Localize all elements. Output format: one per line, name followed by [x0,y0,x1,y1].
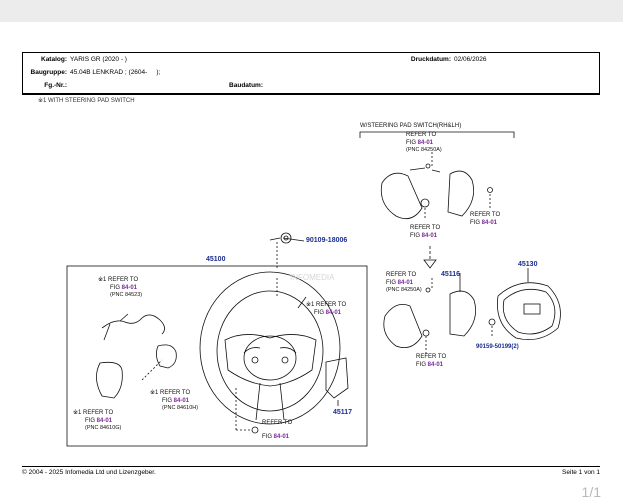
fig-prefix: FIG [314,310,324,316]
part-90109-18006[interactable]: 90109-18006 [306,237,347,244]
page-count-text: Seite 1 von 1 [562,469,600,476]
pnc-84523: (PNC 84523) [110,292,142,298]
pad-switch-lower [383,287,496,349]
fig-prefix: FIG [162,398,172,404]
copyright-text: © 2004 - 2025 Infomedia Ltd und Lizenzge… [22,469,156,476]
browser-top-bar [0,0,623,22]
fig-prefix: FIG [85,418,95,424]
bolt-90109 [269,232,292,244]
refer-label: REFER TO [470,212,500,218]
baudatum-label: Baudatum: [229,82,263,89]
fig-link[interactable]: 84-01 [418,140,434,146]
refer-label: ※1 REFER TO [73,409,113,416]
paddle-right [156,344,177,369]
part-90159-50199[interactable]: 90159-50199(2) [476,344,519,350]
fig-link[interactable]: 84-01 [174,398,190,404]
katalog-label: Katalog: [41,56,67,63]
fig-prefix: FIG [386,280,396,286]
part-45130[interactable]: 45130 [518,261,538,268]
svg-text:FIG 84-01: FIG 84-01 [162,398,190,404]
svg-text:FIG 84-01: FIG 84-01 [410,233,438,239]
fig-prefix: FIG [470,220,480,226]
cut-off-note: ※1 WITH STEERING PAD SWITCH [38,98,135,103]
page-indicator: 1/1 [581,484,601,500]
wire-harness [101,313,165,341]
arrow-down-icon [423,259,437,269]
svg-text:FIG 84-01: FIG 84-01 [314,310,342,316]
refer-label: ※1 REFER TO [150,389,190,396]
svg-text:FIG 84-01: FIG 84-01 [406,140,434,146]
svg-text:FIG 84-01: FIG 84-01 [386,280,414,286]
fig-link[interactable]: 84-01 [326,310,342,316]
baugruppe-label: Baugruppe: [30,69,67,76]
svg-text:FIG 84-01: FIG 84-01 [416,362,444,368]
fig-prefix: FIG [416,362,426,368]
pnc-84610h: (PNC 84610H) [162,405,198,411]
part-45116[interactable]: 45116 [441,271,460,278]
refer-label: ※1 REFER TO [98,276,138,283]
pad-switch-title: W/STEERING PAD SWITCH(RH&LH) [360,123,461,129]
part-45100[interactable]: 45100 [206,256,226,263]
svg-text:FIG 84-01: FIG 84-01 [85,418,113,424]
refer-label: ※1 REFER TO [306,301,346,308]
fig-prefix: FIG [262,434,272,440]
parts-diagram: INFOMEDIA 45100 45116 45130 45117 90109-… [66,123,561,447]
refer-label: REFER TO [406,132,436,138]
svg-text:FIG 84-01: FIG 84-01 [470,220,498,226]
bolt-bottom [251,426,259,434]
pad-switch-bracket [359,131,515,138]
fig-link[interactable]: 84-01 [398,280,414,286]
cover-45117 [325,357,349,399]
fig-link[interactable]: 84-01 [97,418,113,424]
fgnr-label: Fg.-Nr.: [44,82,67,89]
baugruppe-value: 45.04B LENKRAD ; (2604- ); [70,69,161,76]
airbag-45130 [497,282,561,341]
page-footer: © 2004 - 2025 Infomedia Ltd und Lizenzge… [22,466,600,476]
fig-link[interactable]: 84-01 [428,362,444,368]
header-rule [22,94,600,95]
fig-link[interactable]: 84-01 [274,434,290,440]
refer-label: REFER TO [262,420,292,426]
fig-link[interactable]: 84-01 [122,285,138,291]
document-header: Katalog: YARIS GR (2020 - ) Druckdatum: … [22,52,600,94]
fig-prefix: FIG [410,233,420,239]
paddle-left [96,361,123,399]
refer-label: REFER TO [416,354,446,360]
steering-wheel [199,271,341,425]
refer-label: REFER TO [410,225,440,231]
fig-prefix: FIG [406,140,416,146]
part-45117[interactable]: 45117 [333,409,352,416]
fig-link[interactable]: 84-01 [422,233,438,239]
fig-link[interactable]: 84-01 [482,220,498,226]
refer-label: REFER TO [386,272,416,278]
pnc-84250a: (PNC 84250A) [406,147,442,153]
pnc-84250a: (PNC 84250A) [386,287,422,293]
svg-text:FIG 84-01: FIG 84-01 [262,434,290,440]
pad-switch-upper [380,163,493,220]
pnc-84610g: (PNC 84610G) [85,425,122,431]
katalog-value: YARIS GR (2020 - ) [70,56,127,63]
druckdatum-value: 02/06/2026 [454,56,487,63]
watermark: INFOMEDIA [290,273,335,282]
svg-text:FIG 84-01: FIG 84-01 [110,285,138,291]
druckdatum-label: Druckdatum: [410,56,451,63]
fig-prefix: FIG [110,285,120,291]
